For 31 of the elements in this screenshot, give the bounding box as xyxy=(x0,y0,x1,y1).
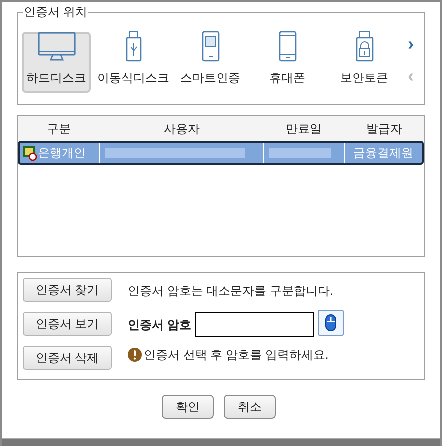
table-cell-text: 은행개인 xyxy=(38,145,86,162)
group-legend: 인증서 위치 xyxy=(23,5,88,19)
padlock-icon xyxy=(354,31,374,63)
mouse-input-button[interactable] xyxy=(318,310,344,336)
storage-location-tab[interactable]: 휴대폰 xyxy=(253,32,322,93)
password-label: 인증서 암호 xyxy=(128,316,192,334)
smart-card-icon xyxy=(200,31,220,63)
warning-text: 인증서 선택 후 암호를 입력하세요. xyxy=(144,347,329,364)
certificate-action-button[interactable]: 인증서 찾기 xyxy=(23,278,112,302)
certificate-icon xyxy=(23,145,37,161)
cancel-button[interactable]: 취소 xyxy=(224,395,276,419)
notice-text: 인증서 암호는 대소문자를 구분합니다. xyxy=(128,284,334,298)
monitor-icon xyxy=(36,31,76,63)
certificate-action-button[interactable]: 인증서 보기 xyxy=(23,312,112,336)
phone-icon xyxy=(278,31,298,63)
storage-location-tab[interactable]: 스마트인증 xyxy=(176,32,245,93)
column-header: 구분 xyxy=(46,120,72,138)
redacted-text xyxy=(268,148,331,158)
certificate-action-button[interactable]: 인증서 삭제 xyxy=(23,346,112,370)
password-field[interactable] xyxy=(195,312,314,337)
confirm-button[interactable]: 확인 xyxy=(162,395,214,419)
warning-icon xyxy=(128,348,142,362)
column-header: 발급자 xyxy=(365,120,404,138)
mouse-icon xyxy=(325,314,338,332)
column-header: 만료일 xyxy=(285,120,324,138)
column-header: 사용자 xyxy=(162,120,201,138)
storage-location-tab[interactable]: 보안토큰 xyxy=(330,32,399,93)
storage-location-tab[interactable]: 하드디스크 xyxy=(22,32,91,93)
storage-location-tab[interactable]: 이동식디스크 xyxy=(99,32,168,93)
table-cell-text: 금융결제원 xyxy=(352,145,414,162)
usb-drive-icon xyxy=(124,31,142,63)
